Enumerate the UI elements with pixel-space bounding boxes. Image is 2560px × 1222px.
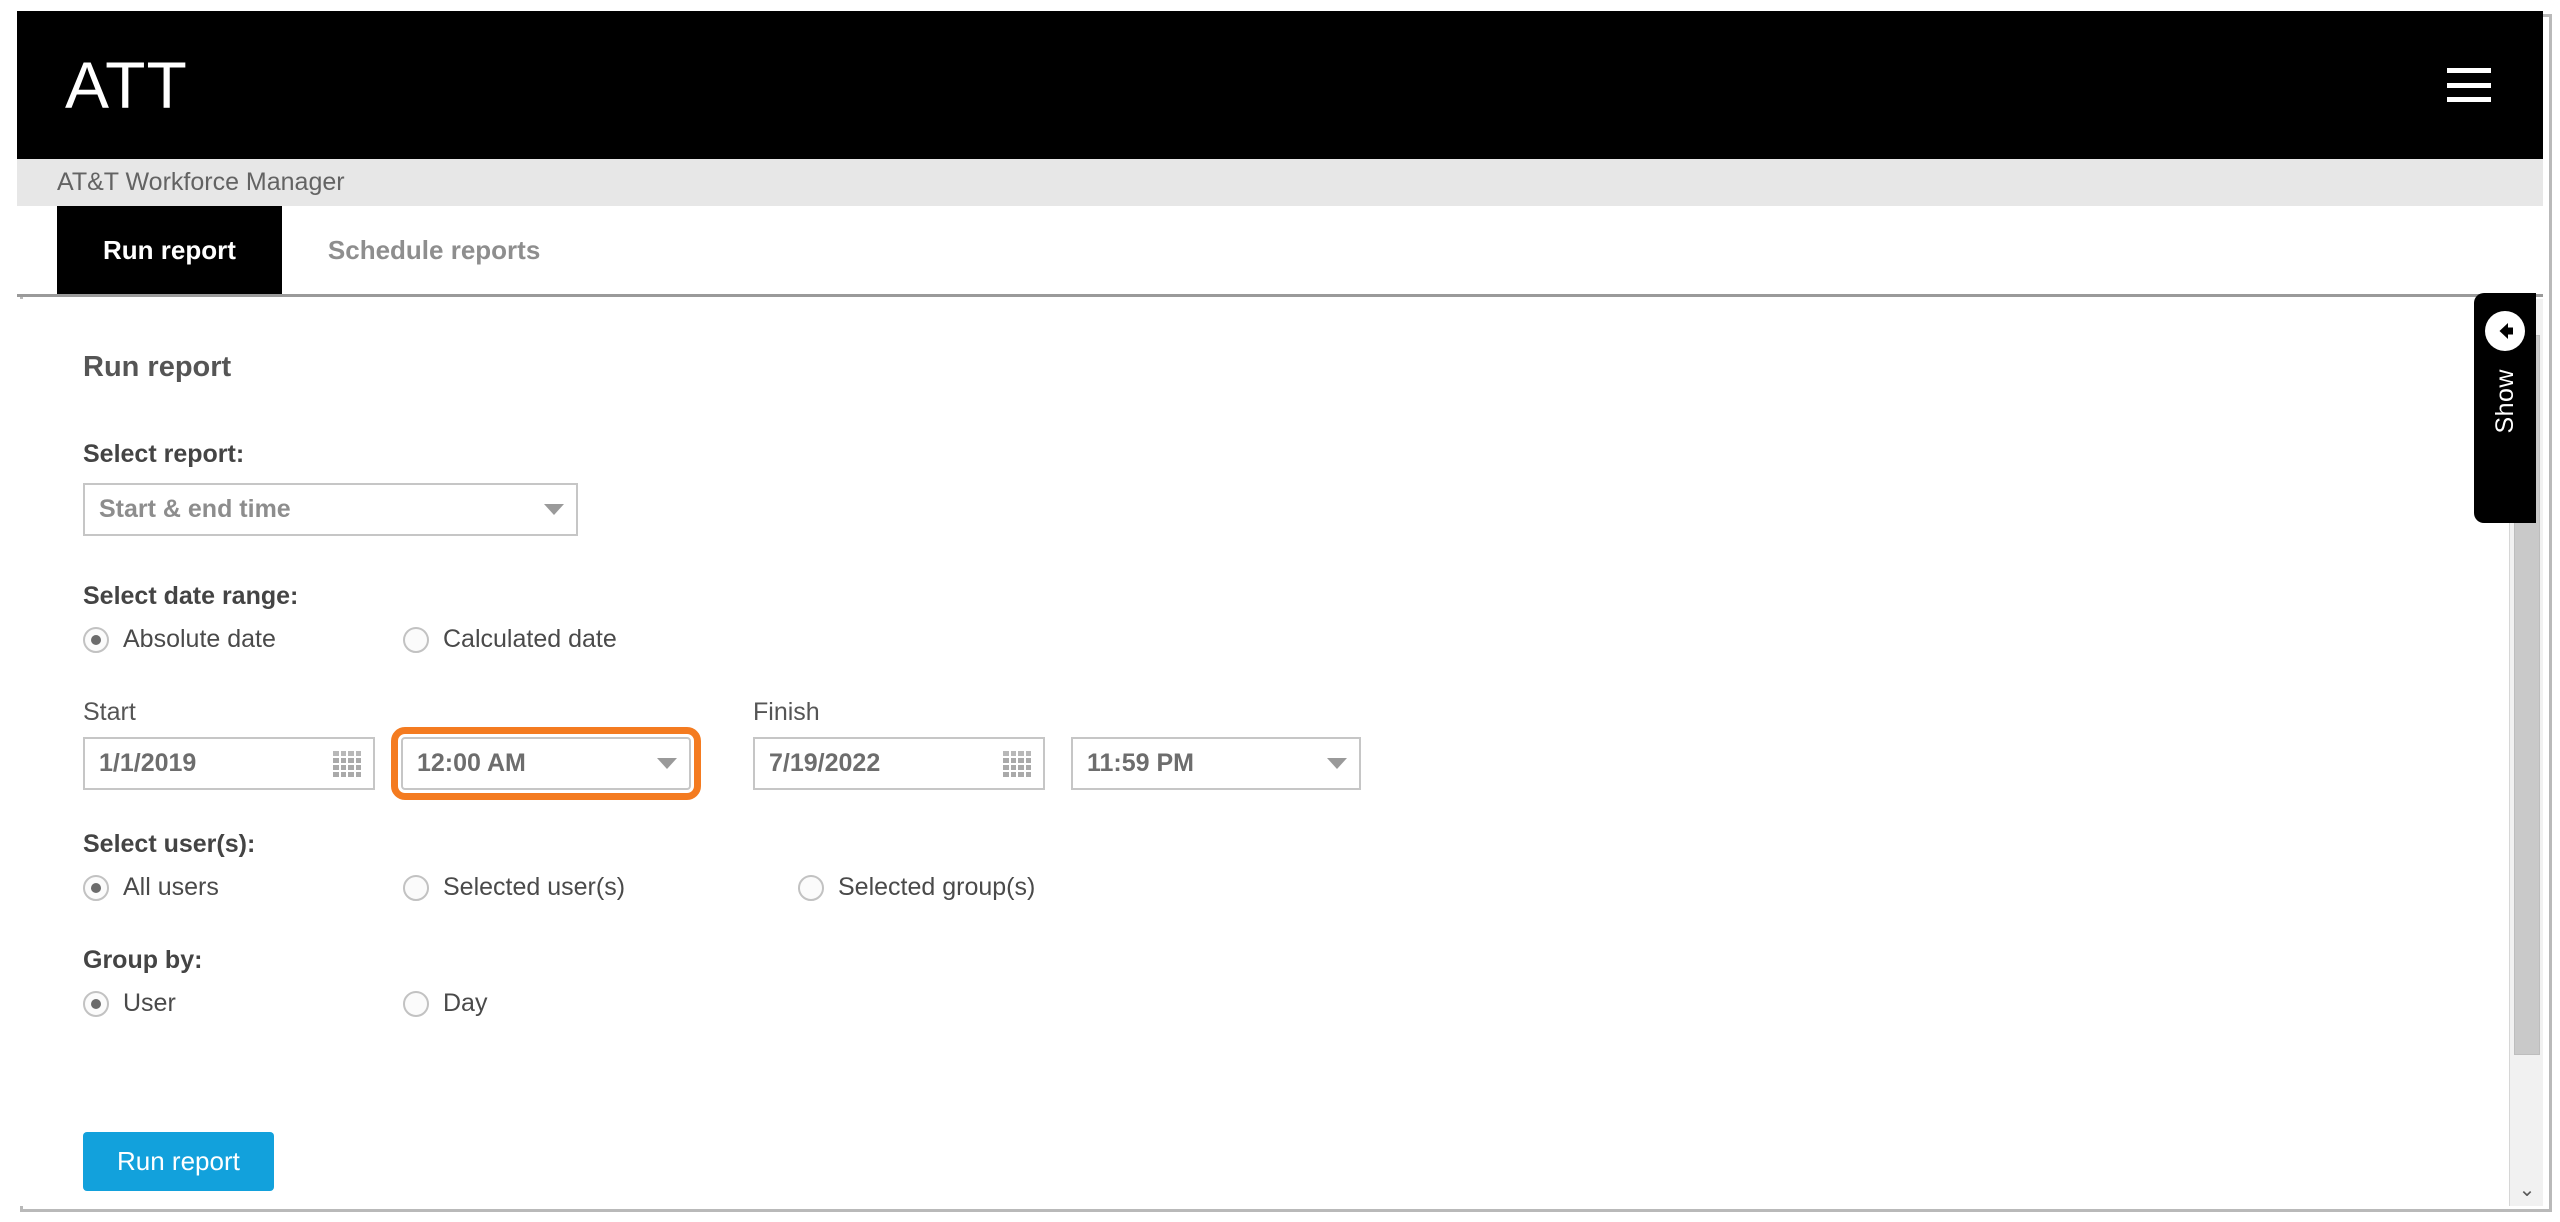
- radio-absolute-date-indicator: [83, 626, 109, 653]
- select-report-value: Start & end time: [99, 495, 291, 523]
- radio-calculated-date[interactable]: Calculated date: [403, 625, 617, 654]
- select-users-radio-group: All users Selected user(s) Selected grou…: [83, 873, 2492, 902]
- radio-group-by-day-indicator: [403, 990, 429, 1017]
- radio-group-by-user-indicator: [83, 990, 109, 1017]
- select-users-label: Select user(s):: [83, 830, 256, 858]
- select-report-dropdown[interactable]: Start & end time: [83, 483, 578, 536]
- radio-group-by-user-label: User: [123, 989, 176, 1017]
- hamburger-line: [2447, 68, 2491, 73]
- page-title: Run report: [83, 351, 232, 383]
- tab-schedule-reports-label: Schedule reports: [327, 234, 541, 265]
- finish-date-input[interactable]: 7/19/2022: [753, 737, 1045, 790]
- radio-calculated-date-label: Calculated date: [443, 625, 617, 653]
- group-by-label: Group by:: [83, 946, 203, 974]
- finish-date-value: 7/19/2022: [769, 749, 881, 777]
- start-time-value: 12:00 AM: [417, 749, 526, 777]
- date-time-row: Start 1/1/2019 12:00 AM Finish 7/19/2022…: [83, 698, 2492, 800]
- date-range-radio-group: Absolute date Calculated date: [83, 625, 2492, 654]
- select-date-range-label: Select date range:: [83, 582, 299, 610]
- app-title: AT&T Workforce Manager: [57, 168, 345, 196]
- start-time-dropdown[interactable]: 12:00 AM: [391, 727, 701, 800]
- radio-absolute-date-label: Absolute date: [123, 625, 276, 653]
- radio-group-by-day-label: Day: [443, 989, 488, 1017]
- show-panel-tab[interactable]: Show: [2474, 293, 2536, 523]
- app-title-strip: AT&T Workforce Manager: [17, 159, 2543, 206]
- finish-date-group: Finish 7/19/2022: [753, 698, 1045, 790]
- radio-selected-groups-label: Selected group(s): [838, 873, 1036, 901]
- tab-run-report-label: Run report: [103, 234, 236, 265]
- radio-selected-groups-indicator: [798, 874, 824, 901]
- finish-time-group: 11:59 PM: [1045, 698, 1361, 790]
- hamburger-line: [2447, 82, 2491, 88]
- show-panel-label: Show: [2490, 369, 2519, 434]
- start-date-value: 1/1/2019: [99, 749, 197, 777]
- radio-group-by-user[interactable]: User: [83, 989, 403, 1018]
- screenshot-root: ATT AT&T Workforce Manager Run report Sc…: [0, 0, 2560, 1222]
- radio-all-users-label: All users: [123, 873, 219, 901]
- start-date-input[interactable]: 1/1/2019: [83, 737, 375, 790]
- radio-all-users[interactable]: All users: [83, 873, 403, 902]
- radio-selected-users[interactable]: Selected user(s): [403, 873, 798, 902]
- group-by-radio-group: User Day: [83, 989, 2492, 1018]
- tab-run-report[interactable]: Run report: [57, 206, 282, 294]
- finish-time-value: 11:59 PM: [1087, 749, 1195, 777]
- radio-selected-users-indicator: [403, 874, 429, 901]
- brand-logo[interactable]: ATT: [65, 52, 188, 118]
- calendar-icon[interactable]: [1003, 750, 1031, 777]
- tab-schedule-reports[interactable]: Schedule reports: [282, 206, 586, 294]
- start-date-group: Start 1/1/2019: [83, 698, 375, 790]
- chevron-down-icon: [1327, 758, 1347, 769]
- calendar-icon[interactable]: [333, 750, 361, 777]
- start-time-group: 12:00 AM: [375, 698, 701, 800]
- run-report-button[interactable]: Run report: [83, 1132, 274, 1191]
- tab-bar: Run report Schedule reports: [17, 206, 2543, 297]
- main-content: Run report Select report: Start & end ti…: [17, 299, 2492, 1206]
- radio-group-by-day[interactable]: Day: [403, 989, 487, 1018]
- radio-calculated-date-indicator: [403, 626, 429, 653]
- hamburger-line: [2447, 97, 2491, 102]
- radio-selected-groups[interactable]: Selected group(s): [798, 873, 1035, 902]
- start-label: Start: [83, 698, 136, 726]
- radio-selected-users-label: Selected user(s): [443, 873, 626, 901]
- scroll-down-arrow-icon[interactable]: ⌄: [2510, 1172, 2544, 1206]
- finish-time-dropdown[interactable]: 11:59 PM: [1071, 737, 1361, 790]
- chevron-down-icon: [544, 504, 564, 515]
- top-header-bar: ATT: [17, 11, 2543, 159]
- hamburger-menu-icon[interactable]: [2447, 68, 2491, 102]
- chevron-down-icon: [657, 758, 677, 769]
- select-report-label: Select report:: [83, 440, 245, 468]
- finish-label: Finish: [753, 698, 820, 726]
- radio-absolute-date[interactable]: Absolute date: [83, 625, 403, 654]
- radio-all-users-indicator: [83, 874, 109, 901]
- arrow-left-circle-icon: [2485, 311, 2525, 351]
